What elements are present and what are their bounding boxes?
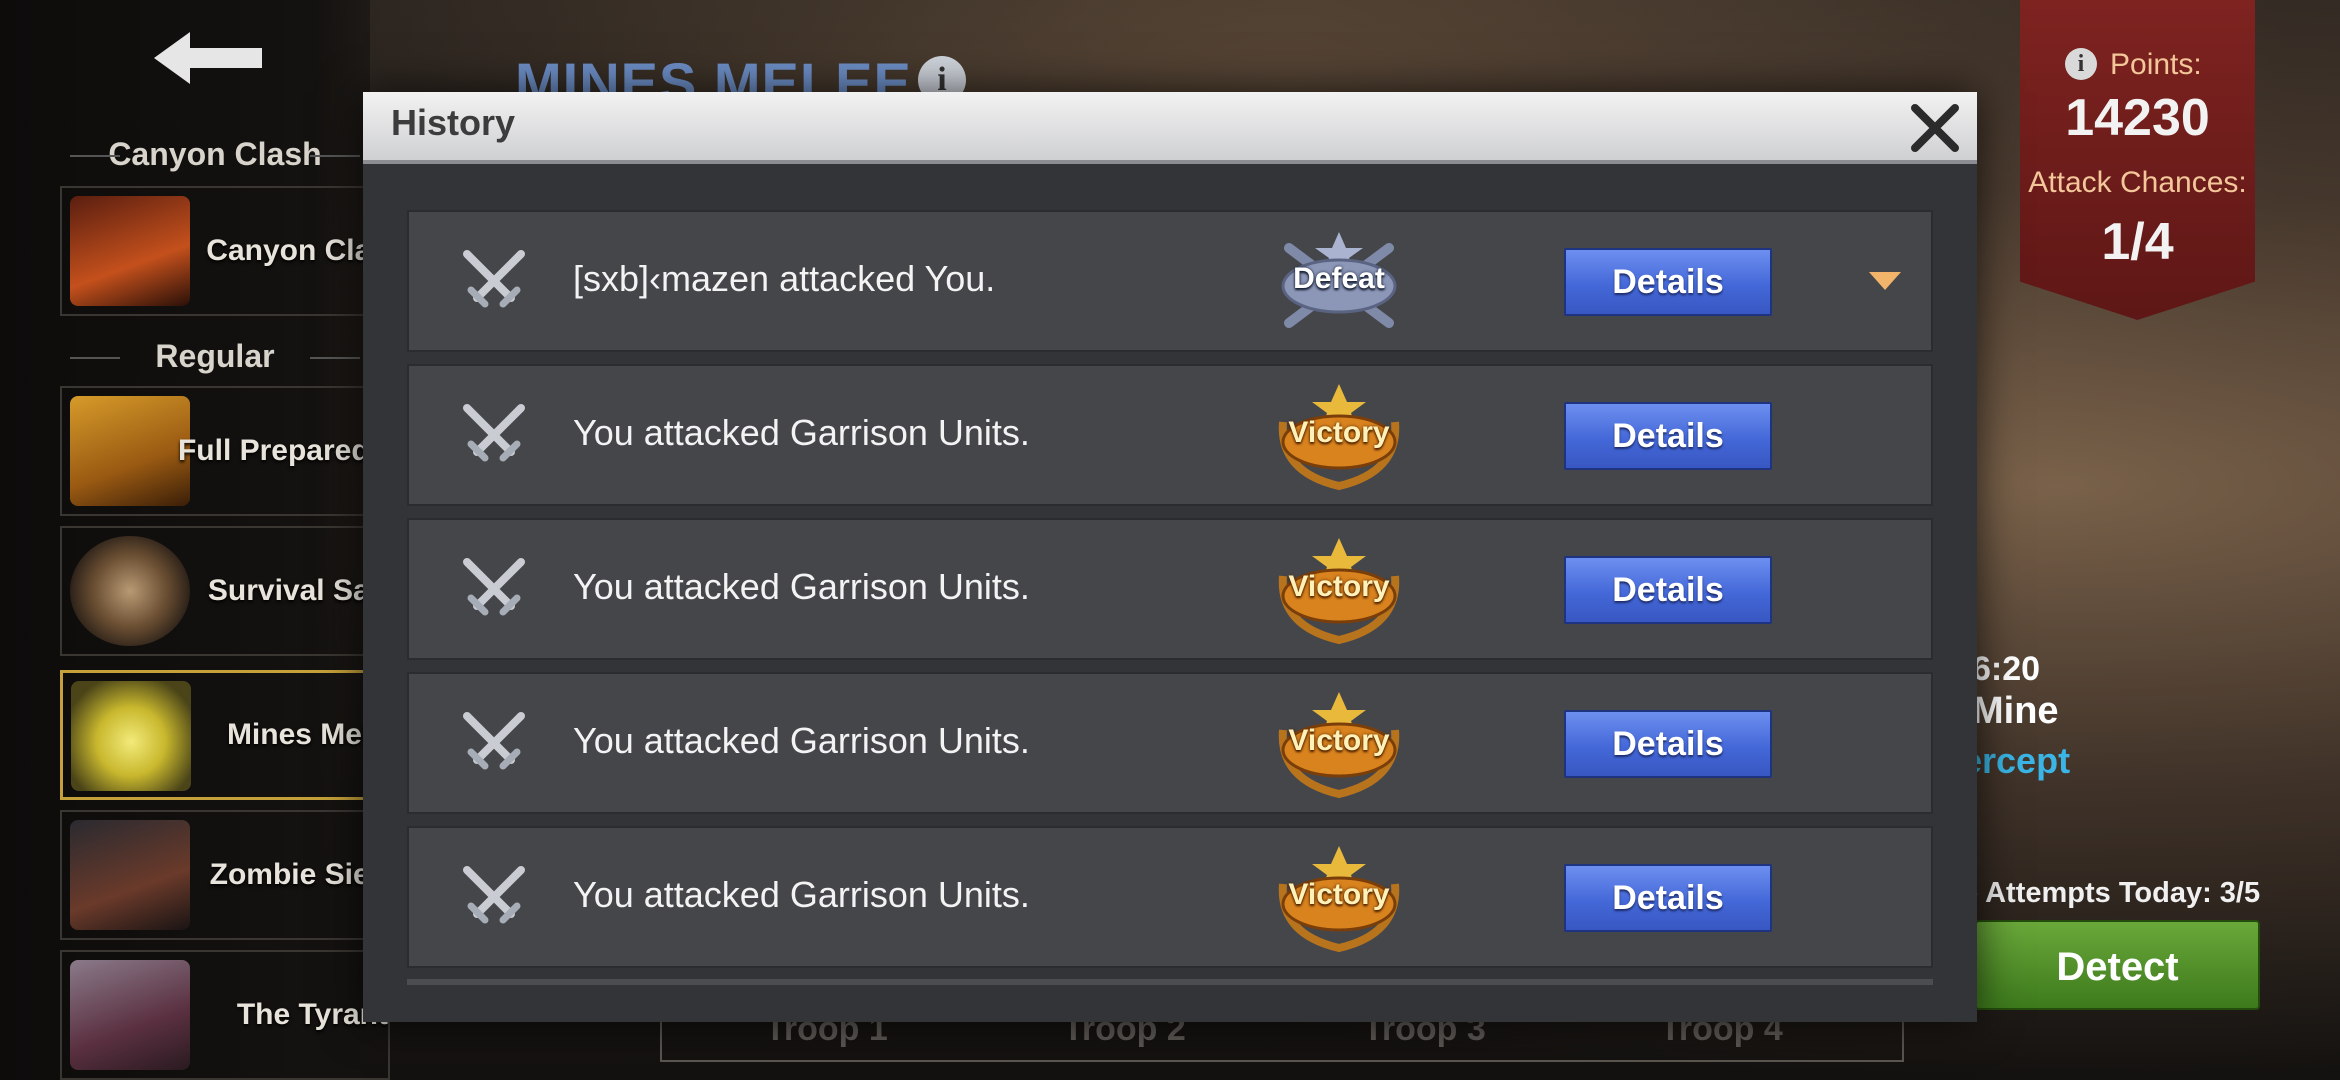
history-row: [sxb]‹mazen attacked You. Defeat Details	[407, 210, 1933, 352]
list-scroll-edge[interactable]	[407, 979, 1933, 985]
result-label: Victory	[1288, 724, 1390, 757]
history-message: You attacked Garrison Units.	[573, 874, 1030, 915]
attempts-today: e Attempts Today: 3/5	[1962, 877, 2261, 909]
history-row: You attacked Garrison Units. Victory Det…	[407, 364, 1933, 506]
expand-caret-icon[interactable]	[1869, 272, 1901, 290]
history-modal: History [sxb]‹mazen attacked You. Defeat…	[363, 92, 1977, 1022]
crossed-swords-icon	[463, 558, 525, 616]
sidebar-item-zombie-siege[interactable]: Zombie Sieg	[60, 810, 390, 940]
result-label: Victory	[1288, 570, 1390, 603]
history-row: You attacked Garrison Units. Victory Det…	[407, 672, 1933, 814]
points-label: Points:	[2110, 48, 2202, 81]
intercept-link[interactable]: ercept	[1962, 740, 2070, 782]
sidebar-item-label: The Tyrant	[236, 998, 388, 1031]
crossed-swords-icon	[463, 404, 525, 462]
attack-chances-value: 1/4	[2101, 213, 2174, 271]
sidebar-item-label: Zombie Sieg	[209, 858, 388, 891]
sidebar-item-canyon-clash[interactable]: Canyon Clas	[60, 186, 390, 316]
modal-title: History	[391, 102, 516, 143]
sidebar-item-label: Canyon Clas	[206, 234, 388, 267]
details-button[interactable]: Details	[1564, 556, 1772, 624]
modal-header: History	[363, 92, 1977, 164]
details-button[interactable]: Details	[1564, 248, 1772, 316]
result-label: Victory	[1288, 878, 1390, 911]
mine-timer: 6:20	[1972, 650, 2041, 688]
history-message: You attacked Garrison Units.	[573, 720, 1030, 761]
sidebar-item-label: Survival Sag	[207, 574, 388, 607]
history-row: You attacked Garrison Units. Victory Det…	[407, 518, 1933, 660]
history-message: You attacked Garrison Units.	[573, 566, 1030, 607]
sidebar-section-regular: Regular	[60, 338, 370, 375]
sidebar-item-label: Full Preparedn	[177, 434, 388, 467]
details-button[interactable]: Details	[1564, 710, 1772, 778]
result-label: Defeat	[1293, 262, 1385, 295]
points-info-icon[interactable]: i	[2065, 48, 2097, 80]
history-row: You attacked Garrison Units. Victory Det…	[407, 826, 1933, 968]
mine-label: Mine	[1972, 690, 2059, 732]
details-button[interactable]: Details	[1564, 864, 1772, 932]
sidebar-section-canyon-clash: Canyon Clash	[60, 136, 370, 173]
detect-button[interactable]: Detect	[1975, 920, 2260, 1010]
crossed-swords-icon	[463, 250, 525, 308]
attack-chances-label: Attack Chances:	[2028, 166, 2247, 199]
sidebar-item-mines-melee[interactable]: Mines Mele	[60, 670, 390, 800]
points-value: 14230	[2065, 89, 2210, 147]
history-message: [sxb]‹mazen attacked You.	[573, 258, 996, 299]
sidebar-item-full-preparedness[interactable]: Full Preparedn	[60, 386, 390, 516]
crossed-swords-icon	[463, 712, 525, 770]
sidebar-item-label: Mines Mele	[226, 718, 387, 751]
sidebar-item-the-tyrant[interactable]: The Tyrant	[60, 950, 390, 1080]
close-icon[interactable]	[1907, 100, 1963, 156]
sidebar-item-survival-saga[interactable]: Survival Sag	[60, 526, 390, 656]
history-message: You attacked Garrison Units.	[573, 412, 1030, 453]
result-label: Victory	[1288, 416, 1390, 449]
crossed-swords-icon	[463, 866, 525, 924]
details-button[interactable]: Details	[1564, 402, 1772, 470]
back-arrow-icon[interactable]	[150, 28, 270, 88]
